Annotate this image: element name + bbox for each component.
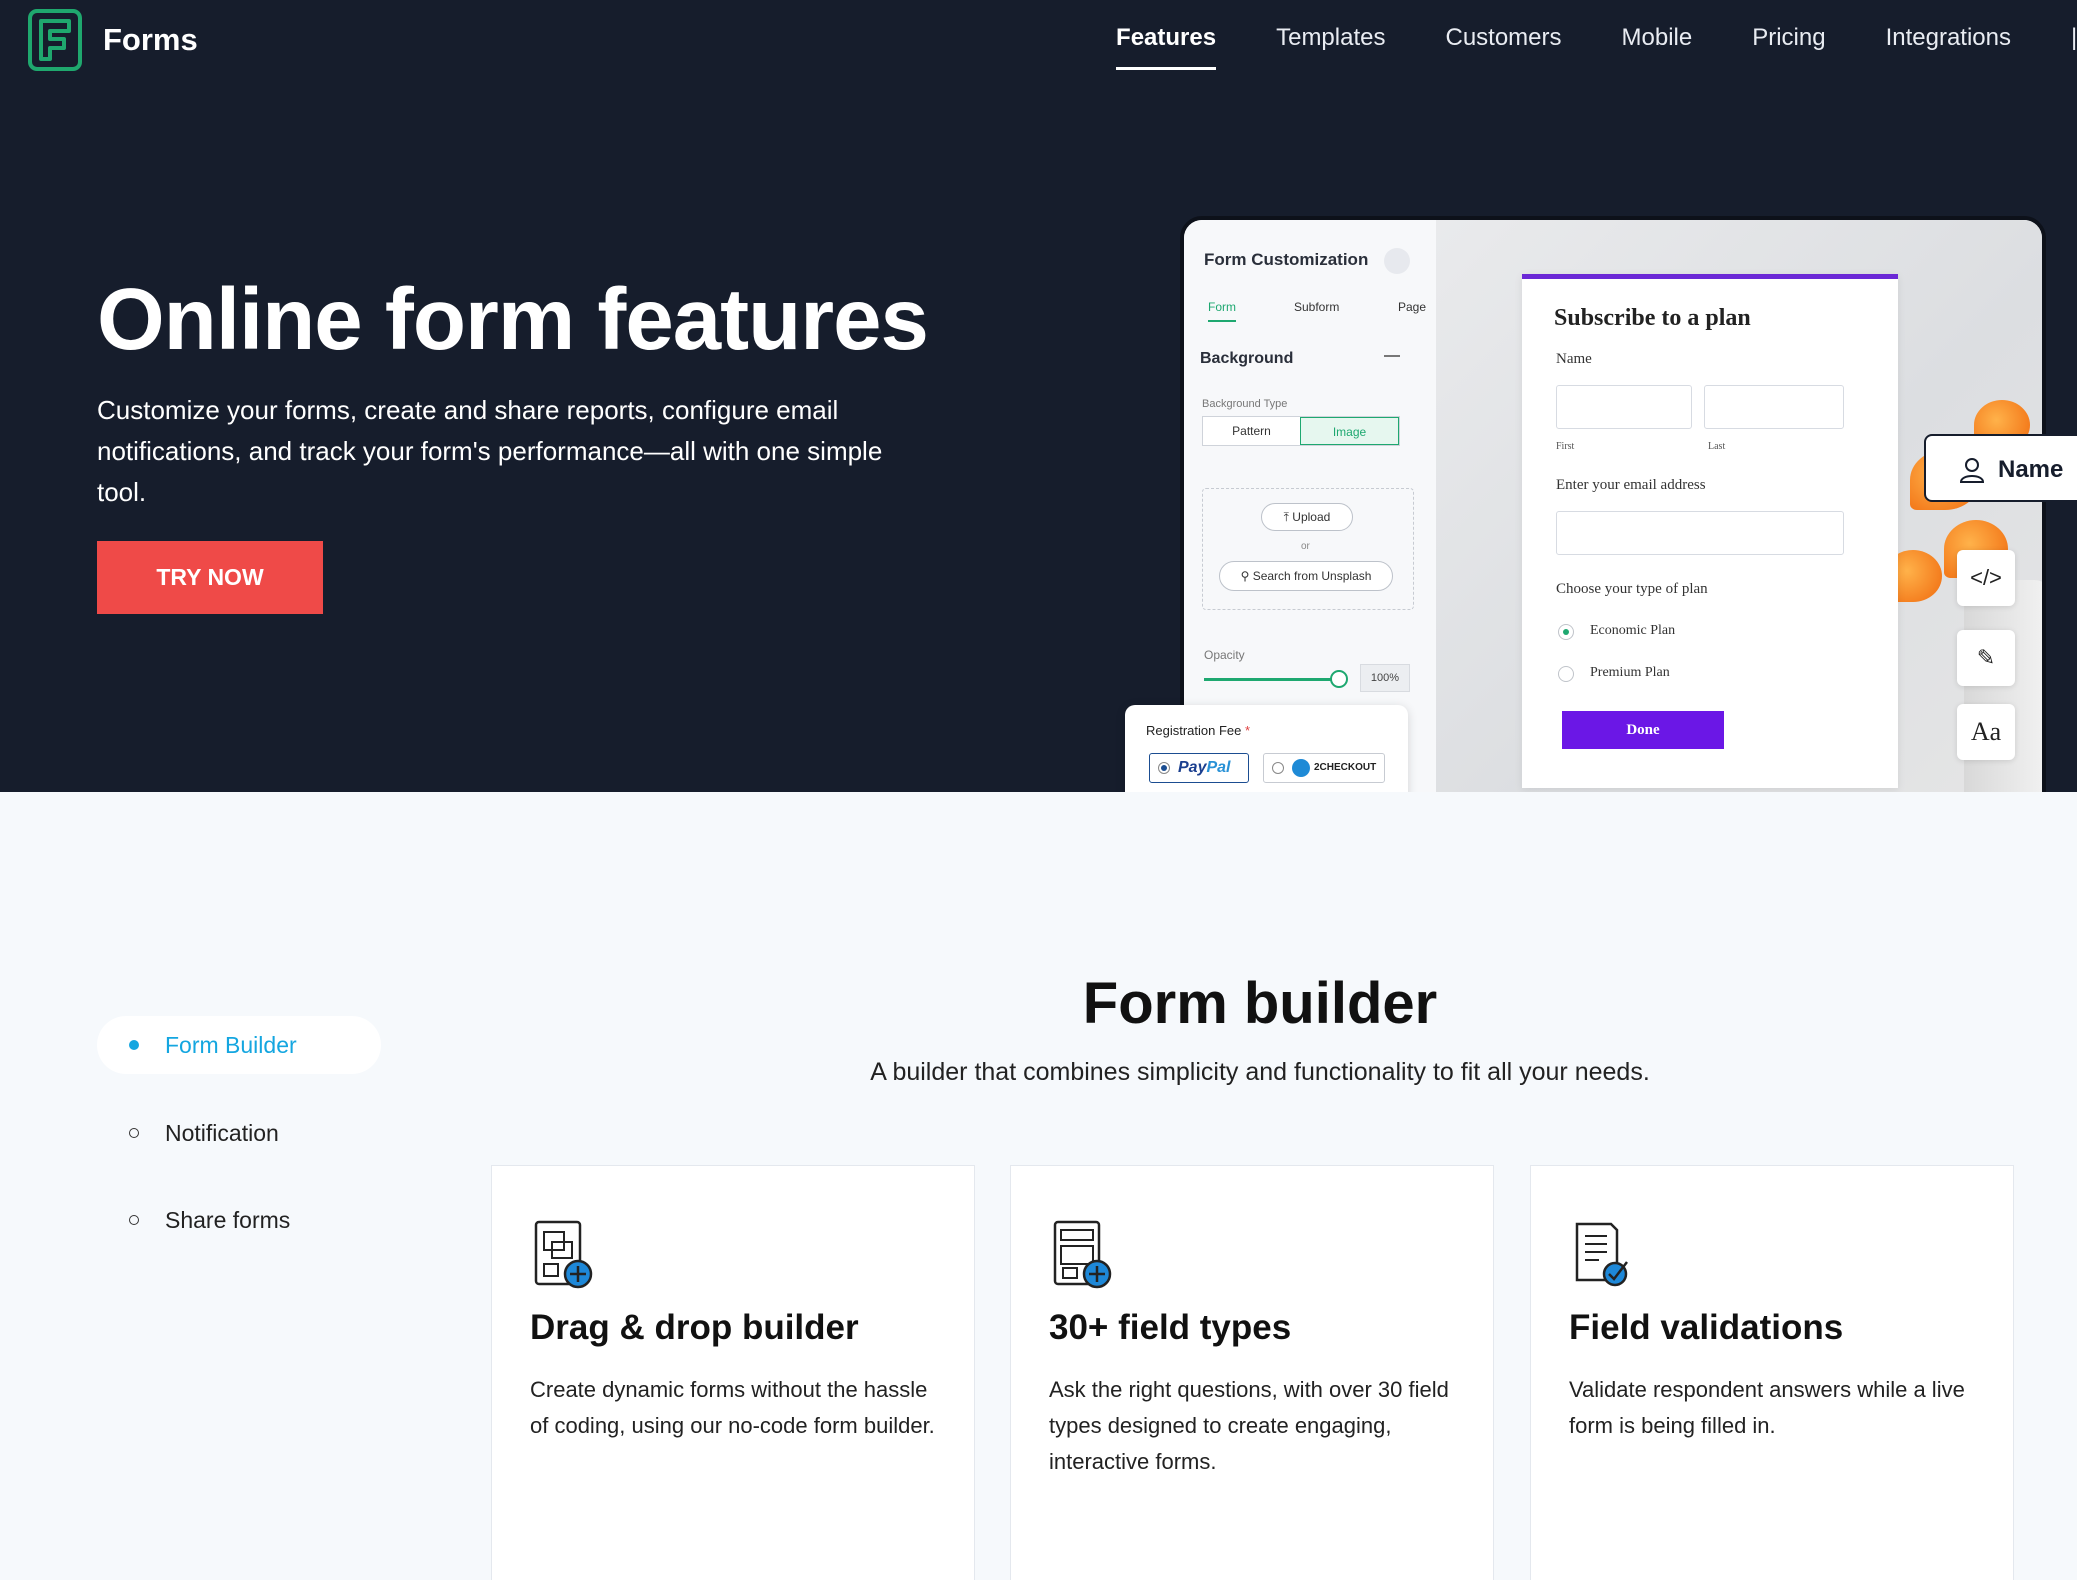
nav-link-features[interactable]: Features — [1116, 24, 1217, 70]
required-marker: * — [1245, 723, 1251, 738]
side-nav-notification[interactable]: Notification — [97, 1104, 381, 1162]
nav-link-templates[interactable]: Templates — [1276, 24, 1385, 70]
forms-logo-icon[interactable] — [28, 9, 82, 71]
nav-link-pricing[interactable]: Pricing — [1752, 24, 1825, 70]
background-type-toggle: Pattern Image — [1202, 416, 1400, 446]
card-description: Validate respondent answers while a live… — [1569, 1377, 1965, 1438]
last-name-input[interactable] — [1704, 385, 1844, 429]
nav-link-overflow[interactable]: | — [2071, 24, 2077, 70]
card-title: Field validations — [1569, 1308, 1844, 1347]
opacity-slider-handle[interactable] — [1330, 670, 1348, 688]
2checkout-label: 2CHECKOUT — [1314, 762, 1377, 773]
economic-plan-radio[interactable] — [1558, 624, 1574, 640]
panel-title: Form Customization — [1204, 250, 1369, 269]
card-description: Create dynamic forms without the hassle … — [530, 1377, 935, 1438]
feature-card-field-validations: Field validations Validate respondent an… — [1530, 1165, 2014, 1580]
paypal-radio[interactable] — [1158, 762, 1170, 774]
nav-link-customers[interactable]: Customers — [1445, 24, 1561, 70]
panel-tab-page[interactable]: Page — [1398, 300, 1426, 314]
bg-type-pattern[interactable]: Pattern — [1203, 417, 1300, 445]
opacity-label: Opacity — [1204, 648, 1245, 662]
first-label: First — [1556, 441, 1575, 452]
paypal-logo-part: Pal — [1206, 759, 1231, 776]
pencil-icon[interactable]: ✎ — [1957, 630, 2015, 686]
name-label: Name — [1556, 351, 1592, 367]
card-description: Ask the right questions, with over 30 fi… — [1049, 1377, 1449, 1474]
bullet-icon — [129, 1128, 139, 1138]
code-icon[interactable]: </> — [1957, 550, 2015, 606]
hero-subtitle: Customize your forms, create and share r… — [97, 395, 883, 507]
typography-icon[interactable]: Aa — [1957, 704, 2015, 760]
2checkout-radio[interactable] — [1272, 762, 1284, 774]
opacity-slider-track[interactable] — [1204, 678, 1336, 681]
or-label: or — [1301, 541, 1310, 552]
nav-links: Features Templates Customers Mobile Pric… — [1116, 24, 2077, 70]
email-label: Enter your email address — [1556, 477, 1706, 493]
try-now-button[interactable]: TRY NOW — [97, 541, 323, 614]
panel-tab-subform[interactable]: Subform — [1294, 300, 1339, 314]
card-title: Drag & drop builder — [530, 1308, 859, 1347]
bg-type-image[interactable]: Image — [1300, 417, 1399, 445]
first-name-input[interactable] — [1556, 385, 1692, 429]
email-input[interactable] — [1556, 511, 1844, 555]
done-button[interactable]: Done — [1562, 711, 1724, 749]
nav-link-integrations[interactable]: Integrations — [1886, 24, 2011, 70]
field-types-icon — [1053, 1220, 1112, 1289]
panel-tab-form[interactable]: Form — [1208, 300, 1236, 322]
side-nav-label: Share forms — [165, 1207, 291, 1233]
premium-plan-radio[interactable] — [1558, 666, 1574, 682]
upload-label: Upload — [1292, 510, 1331, 524]
feature-card-drag-drop: Drag & drop builder Create dynamic forms… — [491, 1165, 975, 1580]
nav-link-mobile[interactable]: Mobile — [1622, 24, 1693, 70]
unsplash-search-button[interactable]: ⚲ Search from Unsplash — [1219, 561, 1393, 591]
paypal-logo: PayPal — [1178, 759, 1230, 777]
feature-card-field-types: 30+ field types Ask the right questions,… — [1010, 1165, 1494, 1580]
upload-icon: ⤒ — [1283, 510, 1293, 524]
bullet-icon — [129, 1215, 139, 1225]
bullet-icon — [129, 1040, 139, 1050]
card-title: 30+ field types — [1049, 1308, 1292, 1347]
person-icon — [1959, 458, 1985, 483]
unsplash-search-label: Search from Unsplash — [1252, 569, 1372, 583]
side-nav-label: Notification — [165, 1120, 279, 1146]
background-heading: Background — [1200, 350, 1294, 367]
collapse-icon[interactable] — [1384, 355, 1400, 357]
name-chip-label: Name — [1998, 456, 2064, 483]
form-title: Subscribe to a plan — [1554, 305, 1751, 331]
dark-mode-icon[interactable] — [1384, 248, 1410, 274]
economic-plan-label: Economic Plan — [1590, 623, 1676, 638]
2checkout-logo-icon — [1292, 759, 1310, 777]
registration-fee-card: Registration Fee * PayPal 2CHECKOUT — [1125, 705, 1408, 792]
side-nav-form-builder[interactable]: Form Builder — [97, 1016, 381, 1074]
top-navigation: Forms Features Templates Customers Mobil… — [0, 0, 2077, 80]
vase-decoration — [1964, 580, 2042, 792]
registration-fee-label: Registration Fee * — [1146, 723, 1250, 738]
paypal-logo-part: Pay — [1178, 759, 1207, 776]
side-nav-share-forms[interactable]: Share forms — [97, 1191, 381, 1249]
opacity-value[interactable]: 100% — [1360, 664, 1410, 692]
image-dropzone: ⤒ Upload or ⚲ Search from Unsplash — [1202, 488, 1414, 610]
background-type-label: Background Type — [1202, 398, 1288, 410]
hero-title: Online form features — [97, 271, 929, 368]
paypal-option[interactable]: PayPal — [1149, 753, 1249, 783]
2checkout-option[interactable]: 2CHECKOUT — [1263, 753, 1385, 783]
field-validation-icon — [1575, 1222, 1628, 1287]
side-nav-label: Form Builder — [165, 1032, 297, 1058]
name-field-chip[interactable]: Name — [1924, 434, 2077, 502]
hero-section: Forms Features Templates Customers Mobil… — [0, 0, 2077, 792]
brand-name[interactable]: Forms — [103, 22, 198, 58]
premium-plan-label: Premium Plan — [1590, 665, 1670, 680]
upload-button[interactable]: ⤒ Upload — [1261, 503, 1353, 531]
subscribe-form-preview: Subscribe to a plan Name First Last Ente… — [1522, 274, 1898, 788]
section-subtitle: A builder that combines simplicity and f… — [870, 1058, 1650, 1086]
search-icon: ⚲ — [1240, 569, 1253, 583]
last-label: Last — [1708, 441, 1726, 452]
drag-drop-icon — [534, 1220, 593, 1289]
section-title: Form builder — [1082, 971, 1438, 1036]
plan-label: Choose your type of plan — [1556, 581, 1708, 597]
registration-fee-text: Registration Fee — [1146, 723, 1242, 738]
